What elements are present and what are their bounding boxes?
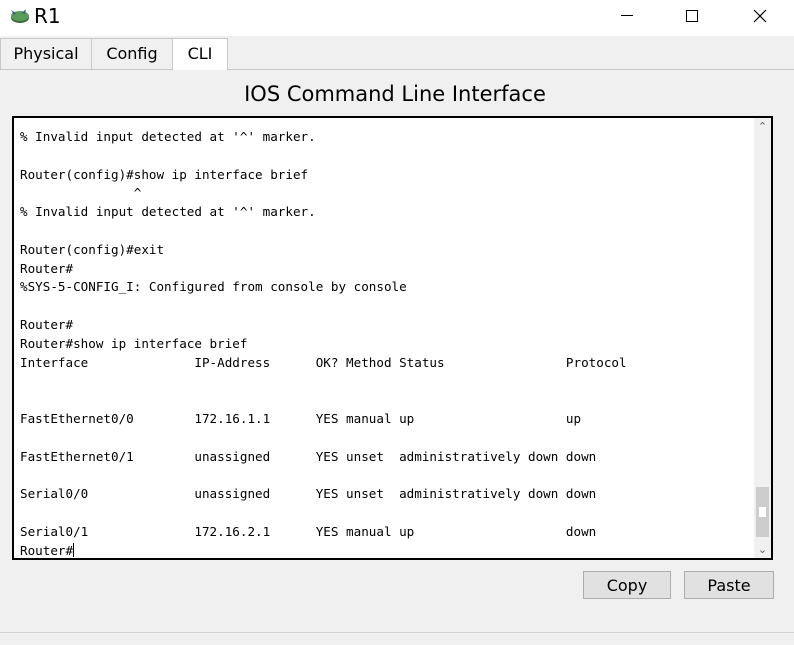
minimize-icon [621, 15, 633, 16]
chevron-down-icon[interactable]: ⌄ [754, 541, 771, 558]
terminal-line: Router(config)#show ip interface brief [20, 166, 309, 182]
terminal-output[interactable]: % Invalid input detected at '^' marker. … [20, 128, 627, 558]
close-icon [753, 9, 767, 23]
copy-button[interactable]: Copy [583, 571, 671, 599]
paste-button[interactable]: Paste [684, 571, 774, 599]
maximize-button[interactable] [668, 0, 714, 32]
scrollbar-grip [759, 507, 766, 517]
terminal-line: Router# [20, 316, 74, 332]
terminal-line: Interface IP-Address OK? Method Status P… [20, 354, 627, 370]
router-icon [11, 9, 29, 23]
terminal-line: %SYS-5-CONFIG_I: Configured from console… [20, 279, 407, 295]
terminal-line: Serial0/0 unassigned YES unset administr… [20, 486, 597, 502]
window-bottom-edge [0, 632, 794, 645]
cli-heading: IOS Command Line Interface [244, 82, 546, 106]
terminal-line: Router# [20, 542, 74, 558]
terminal-console[interactable]: % Invalid input detected at '^' marker. … [12, 116, 773, 560]
minimize-button[interactable] [604, 0, 650, 32]
terminal-line: Serial0/1 172.16.2.1 YES manual up down [20, 523, 597, 539]
terminal-line: % Invalid input detected at '^' marker. [20, 204, 316, 220]
window-title: R1 [34, 4, 61, 28]
maximize-icon [686, 10, 698, 22]
tab-bar: Physical Config CLI [0, 38, 794, 70]
chevron-up-icon[interactable]: ⌃ [754, 118, 771, 135]
terminal-line: Router(config)#exit [20, 241, 165, 257]
tab-physical[interactable]: Physical [0, 38, 92, 69]
terminal-line: Router# [20, 260, 74, 276]
title-bar: R1 [0, 0, 794, 36]
terminal-line: FastEthernet0/1 unassigned YES unset adm… [20, 448, 597, 464]
close-button[interactable] [737, 0, 783, 32]
tab-config[interactable]: Config [91, 38, 173, 69]
terminal-line: Router#show ip interface brief [20, 335, 248, 351]
terminal-line: ^ [20, 185, 142, 201]
scrollbar-thumb[interactable] [756, 487, 769, 537]
terminal-scrollbar[interactable]: ⌃ ⌄ [754, 118, 771, 558]
terminal-line: FastEthernet0/0 172.16.1.1 YES manual up… [20, 410, 582, 426]
terminal-line: % Invalid input detected at '^' marker. [20, 129, 316, 144]
tab-cli[interactable]: CLI [172, 38, 228, 70]
text-cursor [73, 542, 75, 557]
